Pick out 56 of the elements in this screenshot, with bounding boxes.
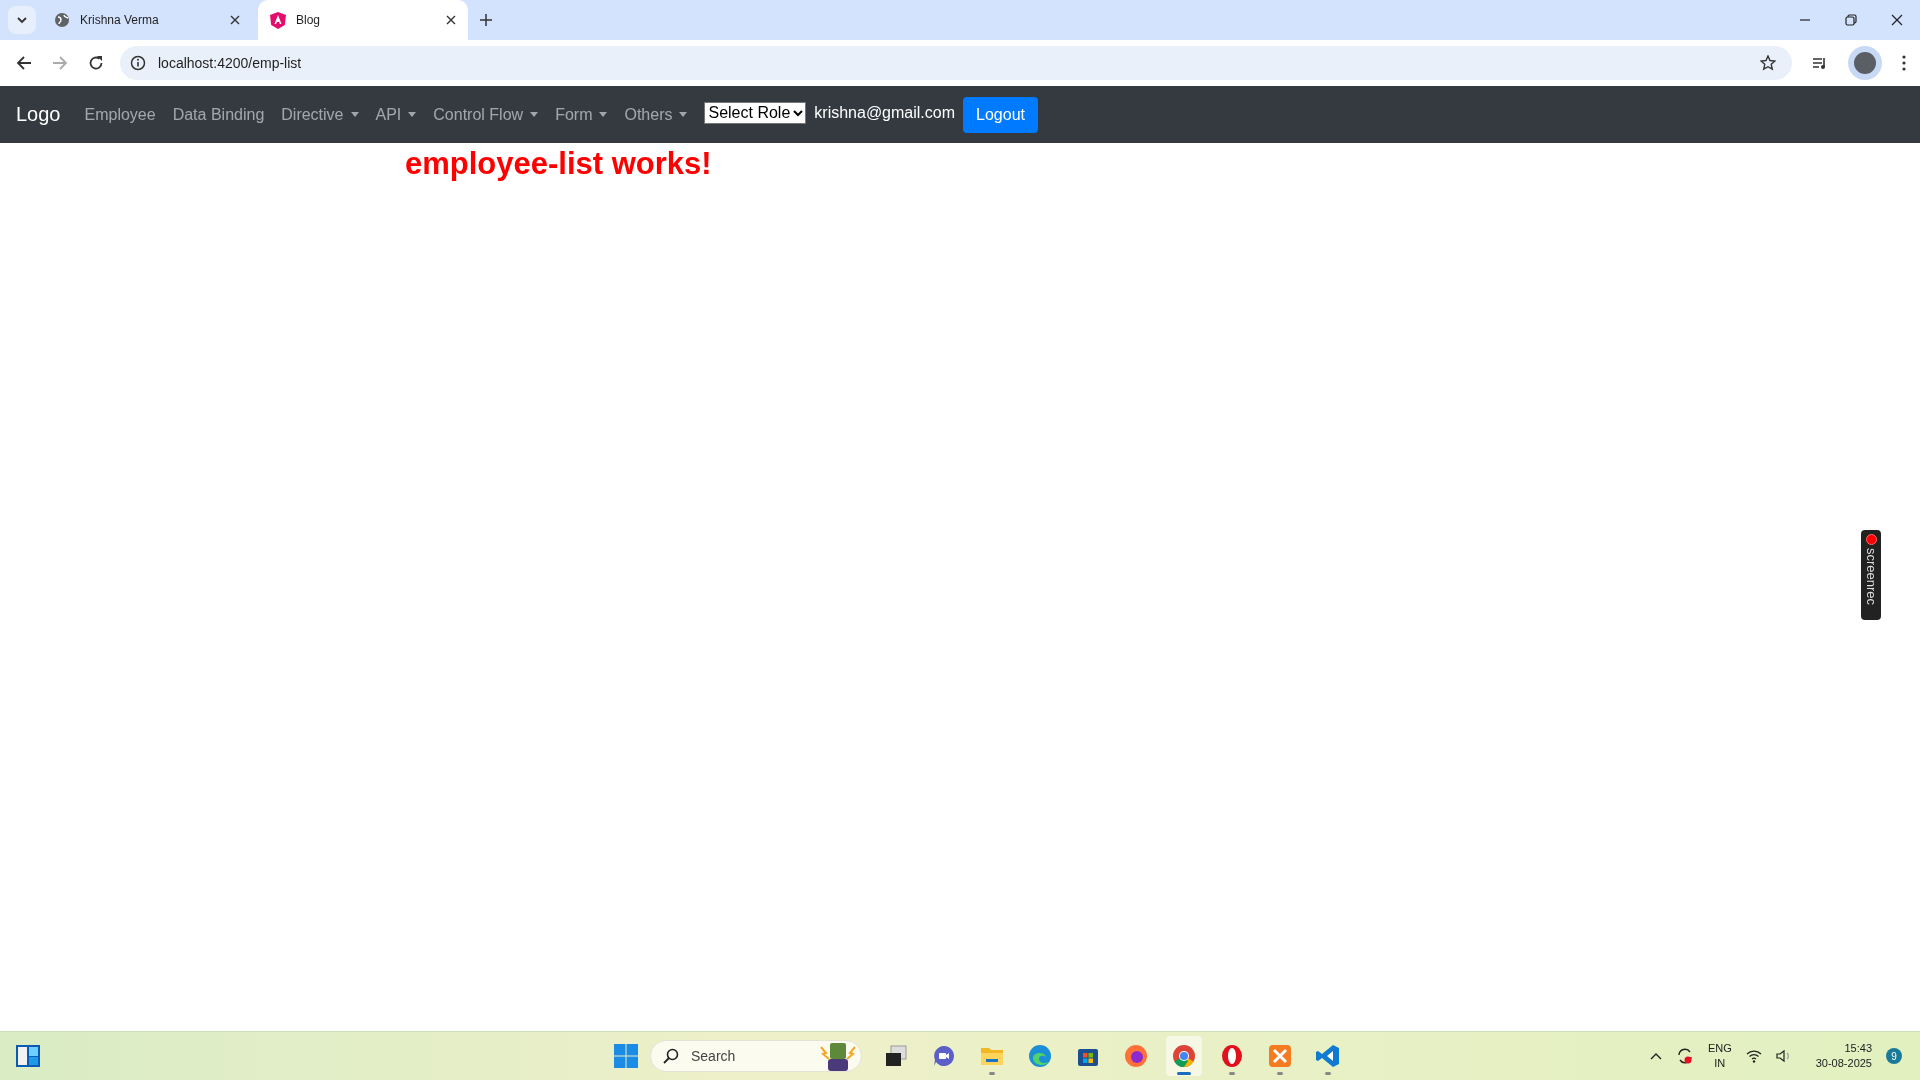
globe-icon [54,12,70,28]
nav-link[interactable]: Control Flow [433,105,539,124]
close-icon[interactable] [230,15,240,25]
recorder-tab[interactable]: screenrec [1861,530,1881,620]
browser-tab[interactable]: Blog [258,0,468,40]
brand-link[interactable]: Logo [16,103,61,126]
back-icon[interactable] [16,55,32,71]
logout-button[interactable]: Logout [963,96,1038,133]
taskbar-search[interactable]: Search [650,1040,862,1072]
widgets-icon[interactable] [16,1045,40,1067]
chevron-icon [793,108,804,117]
notification-badge[interactable]: 9 [1886,1048,1902,1064]
tab-search-button[interactable] [8,6,36,34]
info-icon[interactable] [130,55,146,71]
x-tile-icon [1268,1044,1292,1068]
clock[interactable]: 15:43 30-08-2025 [1815,1041,1872,1071]
chevron-up-icon[interactable] [1649,1052,1662,1060]
ring-icon [1220,1044,1244,1068]
search-highlight-drawing [819,1041,857,1071]
nav-link[interactable]: Others [624,105,688,124]
media-control-icon[interactable] [1812,55,1828,71]
role-select[interactable]: Select Role [704,101,807,124]
task-view-icon [884,1044,908,1068]
code-editor-icon [1316,1044,1340,1068]
wifi-icon[interactable] [1745,1049,1762,1063]
speaker-icon[interactable] [1775,1049,1792,1063]
profile-avatar[interactable] [1848,46,1882,80]
search-icon [663,1048,679,1064]
menu-icon[interactable] [1902,55,1906,71]
address-bar[interactable]: localhost:4200/emp-list [120,46,1792,80]
browser-wave-icon [1028,1044,1052,1068]
close-icon[interactable] [446,15,456,25]
nav-link[interactable]: API [375,105,417,124]
star-icon[interactable] [1760,55,1776,71]
close-icon[interactable] [1891,14,1903,26]
new-tab-icon[interactable] [480,14,492,26]
chrome-icon [1172,1044,1196,1068]
video-chat-icon [932,1044,956,1068]
shield-icon [270,11,286,29]
chevron-icon [16,14,28,26]
language-indicator[interactable]: ENG IN [1707,1041,1732,1071]
page-heading: employee-list works! [405,146,713,182]
nav-link[interactable]: Directive [281,105,359,124]
nav-link[interactable]: Form [555,105,608,124]
url-text: localhost:4200/emp-list [158,55,302,71]
tab-title: Krishna Verma [80,13,160,27]
windows-start-icon[interactable] [614,1044,638,1068]
sync-icon[interactable] [1675,1047,1694,1065]
reload-icon[interactable] [88,55,104,71]
tab-title: Blog [296,13,322,27]
browser-tab[interactable]: Krishna Verma [42,0,252,40]
user-email: krishna@gmail.com [814,103,956,122]
restore-icon[interactable] [1845,14,1857,26]
nav-link[interactable]: Data Binding [172,105,265,124]
fox-globe-icon [1124,1044,1148,1068]
nav-link[interactable]: Employee [84,105,156,124]
